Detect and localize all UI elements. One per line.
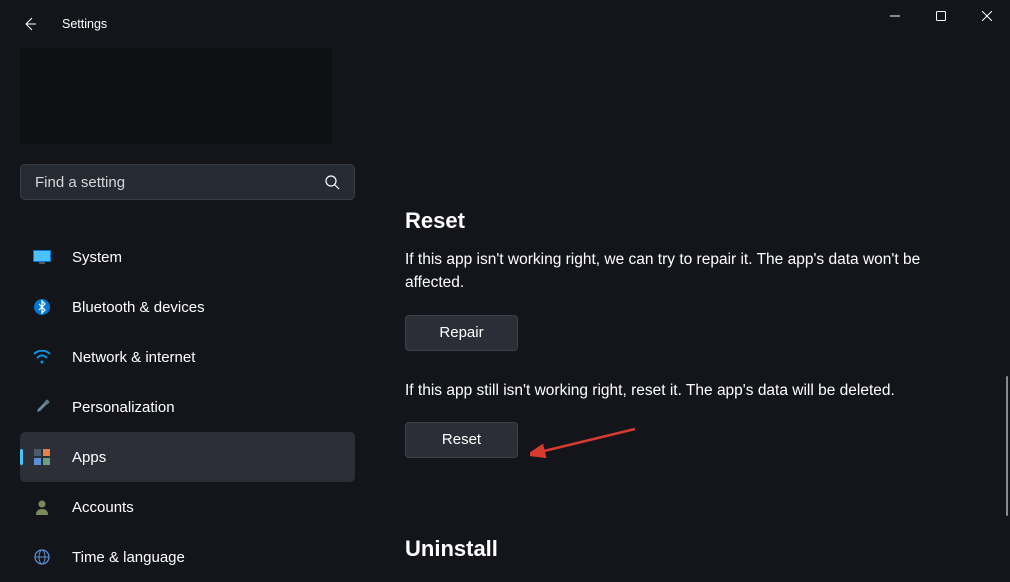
nav-label: Personalization (72, 399, 175, 416)
repair-description: If this app isn't working right, we can … (405, 248, 965, 295)
nav-item-bluetooth[interactable]: Bluetooth & devices (20, 282, 355, 332)
nav-label: Time & language (72, 549, 185, 566)
sidebar: System Bluetooth & devices Network & int… (0, 48, 375, 582)
maximize-button[interactable] (918, 0, 964, 32)
nav-item-accounts[interactable]: Accounts (20, 482, 355, 532)
uninstall-heading: Uninstall (405, 536, 980, 562)
search-icon (325, 175, 340, 190)
nav-item-apps[interactable]: Apps (20, 432, 355, 482)
nav-item-personalization[interactable]: Personalization (20, 382, 355, 432)
nav-label: Apps (72, 449, 106, 466)
window-title: Settings (62, 17, 107, 31)
title-bar: Settings (0, 0, 1010, 48)
profile-block (20, 48, 332, 144)
nav-label: Accounts (72, 499, 134, 516)
reset-description: If this app still isn't working right, r… (405, 379, 980, 402)
nav-list: System Bluetooth & devices Network & int… (20, 232, 355, 582)
nav-label: System (72, 249, 122, 266)
brush-icon (32, 397, 52, 417)
nav-item-system[interactable]: System (20, 232, 355, 282)
nav-label: Bluetooth & devices (72, 299, 205, 316)
reset-button[interactable]: Reset (405, 422, 518, 458)
reset-heading: Reset (405, 208, 980, 234)
apps-icon (32, 447, 52, 467)
scrollbar[interactable] (1006, 376, 1008, 516)
monitor-icon (32, 247, 52, 267)
bluetooth-icon (32, 297, 52, 317)
nav-label: Network & internet (72, 349, 195, 366)
minimize-button[interactable] (872, 0, 918, 32)
search-box[interactable] (20, 164, 355, 200)
person-icon (32, 497, 52, 517)
globe-icon (32, 547, 52, 567)
wifi-icon (32, 347, 52, 367)
search-input[interactable] (35, 174, 325, 191)
repair-button[interactable]: Repair (405, 315, 518, 351)
nav-item-time-language[interactable]: Time & language (20, 532, 355, 582)
back-button[interactable] (20, 14, 40, 34)
close-button[interactable] (964, 0, 1010, 32)
window-controls (872, 0, 1010, 32)
content-area: Reset If this app isn't working right, w… (375, 48, 1010, 582)
nav-item-network[interactable]: Network & internet (20, 332, 355, 382)
